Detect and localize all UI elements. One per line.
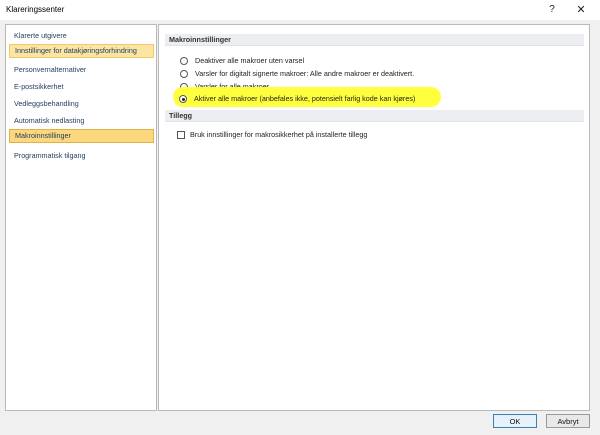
sidebar-item-privacy-options[interactable]: Personvernalternativer <box>9 63 154 77</box>
sidebar-item-data-execution-prevention[interactable]: Innstillinger for datakjøringsforhindrin… <box>9 44 154 58</box>
window-title: Klareringssenter <box>6 5 65 14</box>
sidebar-item-email-security[interactable]: E-postsikkerhet <box>9 80 154 94</box>
ok-button[interactable]: OK <box>493 414 537 428</box>
radio-button-selected[interactable] <box>179 95 187 103</box>
close-icon[interactable]: ✕ <box>566 1 596 19</box>
help-icon[interactable]: ? <box>537 1 567 19</box>
sidebar-item-trusted-publishers[interactable]: Klarerte utgivere <box>9 29 154 43</box>
cancel-button[interactable]: Avbryt <box>546 414 590 428</box>
settings-panel-overlay: Aktiver alle makroer (anbefales ikke, po… <box>158 24 588 409</box>
trust-center-dialog: Klareringssenter ? ✕ Klarerte utgivere I… <box>0 0 600 435</box>
sidebar-item-programmatic-access[interactable]: Programmatisk tilgang <box>9 149 154 163</box>
addins-heading: Tillegg <box>165 110 584 122</box>
sidebar-item-macro-settings[interactable]: Makroinnstillinger <box>9 129 154 143</box>
sidebar-item-attachment-handling[interactable]: Vedleggsbehandling <box>9 97 154 111</box>
sidebar: Klarerte utgivere Innstillinger for data… <box>5 24 157 411</box>
option-label: Aktiver alle makroer (anbefales ikke, po… <box>194 94 416 103</box>
title-bar: Klareringssenter ? ✕ <box>0 0 600 20</box>
sidebar-item-automatic-download[interactable]: Automatisk nedlasting <box>9 114 154 128</box>
checkbox[interactable] <box>177 131 185 139</box>
checkbox-label: Bruk innstillinger for makrosikkerhet på… <box>190 130 368 139</box>
